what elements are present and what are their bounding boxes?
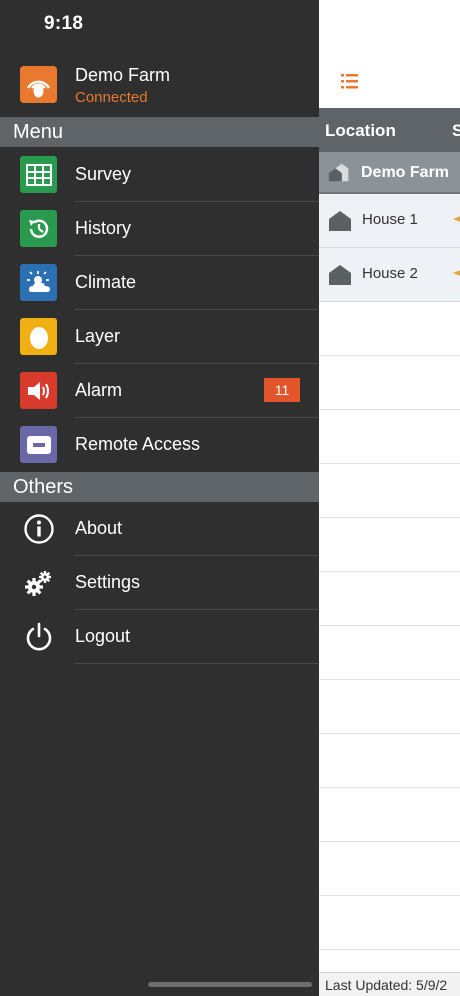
divider [319,517,460,518]
menu-item-history[interactable]: History [0,202,319,256]
column-header-second[interactable]: S [452,121,460,141]
divider [319,841,460,842]
last-updated-footer: Last Updated: 5/9/2 [319,972,460,996]
house-icon [329,211,351,231]
list-icon[interactable] [341,72,359,90]
menu-section-header: Menu [0,117,319,147]
menu-label-survey: Survey [75,164,132,184]
history-clock-icon [20,210,57,247]
status-arrow-icon [453,270,460,276]
divider [319,679,460,680]
grid-table-icon [20,156,57,193]
divider [319,409,460,410]
table-row[interactable]: House 2 [319,248,460,302]
menu-item-logout[interactable]: Logout [0,610,319,664]
menu-item-climate[interactable]: Climate [0,256,319,310]
others-section-header: Others [0,472,319,502]
menu-label-logout: Logout [75,626,131,646]
divider [319,355,460,356]
menu-label-settings: Settings [75,572,141,592]
divider [75,663,319,664]
column-header-location[interactable]: Location [325,121,396,141]
divider [319,949,460,950]
info-icon [20,510,57,547]
farm-row[interactable]: Demo Farm [319,152,460,194]
menu-label-about: About [75,518,123,538]
menu-item-settings[interactable]: Settings [0,556,319,610]
gears-icon [20,564,57,601]
main-content: Location S Demo Farm House 1 House 2 Las… [319,0,460,996]
menu-label-layer: Layer [75,326,121,346]
house-icon [329,265,351,285]
sun-cloud-icon [20,264,57,301]
farm-header[interactable]: Demo Farm Connected [0,56,319,116]
egg-signal-icon [20,66,57,103]
menu-item-about[interactable]: About [0,502,319,556]
menu-label-climate: Climate [75,272,137,292]
divider [319,787,460,788]
divider [319,895,460,896]
alarm-count-badge: 11 [264,378,300,402]
connection-status: Connected [75,89,148,106]
house-label: House 2 [362,265,418,282]
power-icon [20,618,57,655]
speaker-icon [20,372,57,409]
status-arrow-icon [453,216,460,222]
menu-label-remote-access: Remote Access [75,434,201,454]
egg-icon [20,318,57,355]
status-bar-time: 9:18 [44,13,84,34]
menu-label-history: History [75,218,132,238]
menu-item-remote-access[interactable]: Remote Access [0,418,319,472]
menu-item-survey[interactable]: Survey [0,148,319,202]
table-row[interactable]: House 1 [319,194,460,248]
farm-buildings-icon [328,163,349,182]
divider [319,463,460,464]
divider [319,625,460,626]
farm-row-label: Demo Farm [361,164,450,181]
house-label: House 1 [362,211,418,228]
divider [319,571,460,572]
navigation-drawer: 9:18 Demo Farm Connected Menu Survey His… [0,0,319,996]
menu-label-alarm: Alarm [75,380,123,400]
menu-item-layer[interactable]: Layer [0,310,319,364]
divider [319,733,460,734]
farm-name: Demo Farm [75,65,171,85]
home-indicator[interactable] [148,982,312,987]
remote-access-icon [20,426,57,463]
table-header: Location S [319,108,460,152]
